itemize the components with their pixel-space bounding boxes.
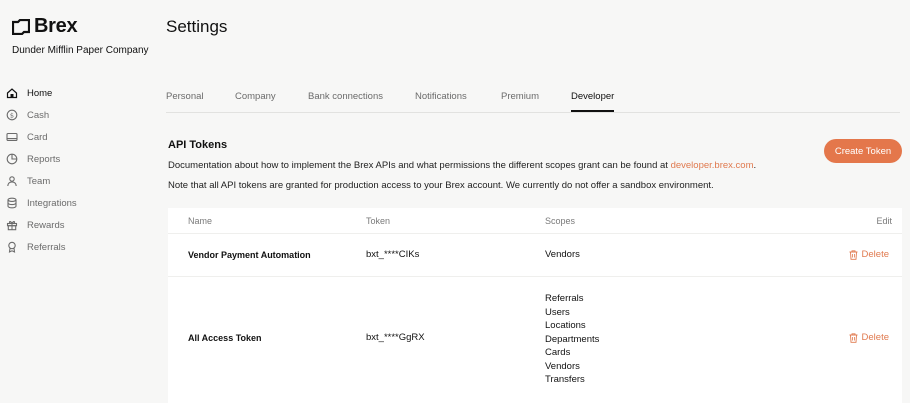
token-value: bxt_****GgRX xyxy=(366,332,425,343)
token-name: All Access Token xyxy=(188,333,262,343)
company-name: Dunder Mifflin Paper Company xyxy=(12,45,149,56)
api-tokens-table: Name Token Scopes Edit Vendor Payment Au… xyxy=(168,208,902,403)
pie-chart-icon xyxy=(6,153,18,165)
row-divider xyxy=(168,276,902,277)
sidebar-item-integrations[interactable]: Integrations xyxy=(6,192,77,214)
brand-name: Brex xyxy=(34,15,78,37)
dollar-icon: $ xyxy=(6,109,18,121)
column-header-name: Name xyxy=(188,216,213,226)
create-token-button[interactable]: Create Token xyxy=(824,139,902,163)
tab-company[interactable]: Company xyxy=(235,91,276,111)
sidebar-item-label: Card xyxy=(27,131,48,143)
documentation-text: Documentation about how to implement the… xyxy=(168,160,756,171)
sidebar-item-referrals[interactable]: Referrals xyxy=(6,236,77,258)
settings-tabs: Personal Company Bank connections Notifi… xyxy=(166,91,900,113)
database-icon xyxy=(6,197,18,209)
page-title: Settings xyxy=(166,17,228,36)
award-icon xyxy=(6,241,18,253)
sidebar-item-label: Rewards xyxy=(27,219,65,231)
token-scope: Users xyxy=(545,306,570,318)
sidebar-item-home[interactable]: Home xyxy=(6,82,77,104)
sidebar: Brex Dunder Mifflin Paper Company Home $… xyxy=(0,0,150,403)
column-header-token: Token xyxy=(366,216,391,226)
sidebar-item-label: Reports xyxy=(27,153,61,165)
sidebar-item-team[interactable]: Team xyxy=(6,170,77,192)
gift-icon xyxy=(6,219,18,231)
sidebar-item-label: Referrals xyxy=(27,241,66,253)
sidebar-nav: Home $ Cash Card Reports Team Integratio… xyxy=(6,82,77,258)
token-name: Vendor Payment Automation xyxy=(188,250,311,260)
token-scope: Cards xyxy=(545,347,571,358)
token-scope: Locations xyxy=(545,320,586,331)
token-scopes-list: Referrals Users Locations Departments Ca… xyxy=(545,292,599,387)
token-scope: Vendors xyxy=(545,360,580,372)
tab-notifications[interactable]: Notifications xyxy=(415,91,467,111)
developer-docs-link[interactable]: developer.brex.com xyxy=(671,160,754,171)
delete-label: Delete xyxy=(861,332,889,343)
brex-logo-icon xyxy=(12,18,30,35)
home-icon xyxy=(6,87,18,99)
sidebar-item-reports[interactable]: Reports xyxy=(6,148,77,170)
token-scope: Departments xyxy=(545,333,600,345)
row-divider xyxy=(168,233,902,234)
sidebar-item-label: Integrations xyxy=(27,197,77,209)
delete-button[interactable]: Delete xyxy=(849,332,889,343)
token-scope: Vendors xyxy=(545,249,580,260)
sandbox-note: Note that all API tokens are granted for… xyxy=(168,180,714,191)
tab-bank-connections[interactable]: Bank connections xyxy=(308,91,383,111)
column-header-scopes: Scopes xyxy=(545,216,576,226)
section-title: API Tokens xyxy=(168,139,228,151)
sidebar-item-label: Cash xyxy=(27,109,50,121)
sidebar-item-card[interactable]: Card xyxy=(6,126,77,148)
sidebar-item-label: Team xyxy=(27,175,51,187)
trash-icon xyxy=(849,332,858,343)
svg-text:$: $ xyxy=(10,111,14,119)
token-value: bxt_****CIKs xyxy=(366,249,420,260)
card-icon xyxy=(6,131,18,143)
brex-logo[interactable]: Brex xyxy=(12,15,78,38)
delete-label: Delete xyxy=(861,249,889,260)
delete-button[interactable]: Delete xyxy=(849,249,889,260)
sidebar-item-label: Home xyxy=(27,87,53,99)
sidebar-item-rewards[interactable]: Rewards xyxy=(6,214,77,236)
tab-premium[interactable]: Premium xyxy=(501,91,539,111)
column-header-edit: Edit xyxy=(876,216,892,226)
tab-developer[interactable]: Developer xyxy=(571,91,615,112)
documentation-period: . xyxy=(753,160,757,171)
trash-icon xyxy=(849,249,858,260)
token-scope: Transfers xyxy=(545,374,585,385)
documentation-sentence: Documentation about how to implement the… xyxy=(168,160,671,171)
sidebar-item-cash[interactable]: $ Cash xyxy=(6,104,77,126)
token-scope: Referrals xyxy=(545,293,584,304)
team-icon xyxy=(6,175,18,187)
tab-personal[interactable]: Personal xyxy=(166,91,204,111)
